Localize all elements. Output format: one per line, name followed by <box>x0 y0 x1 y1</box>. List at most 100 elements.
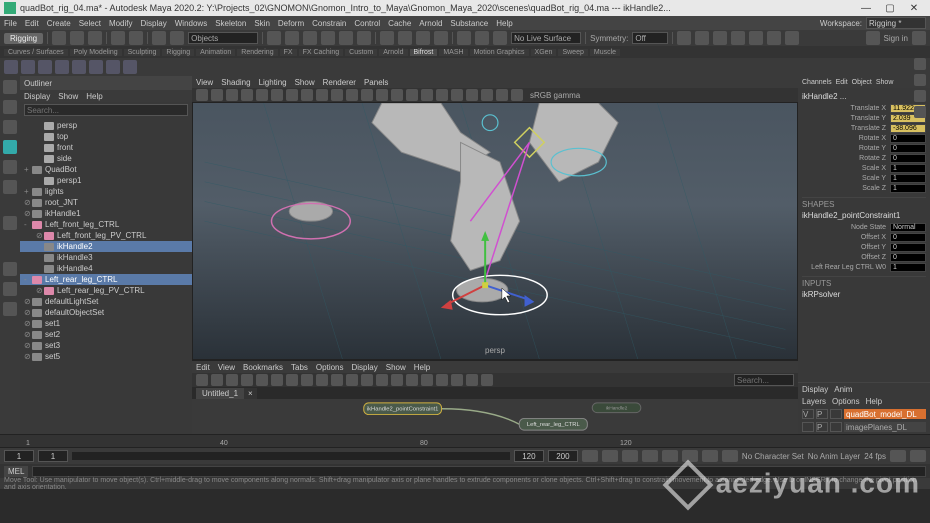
cb-shape-node[interactable]: ikHandle2_pointConstraint1 <box>802 211 926 220</box>
vp-isolate-icon[interactable] <box>496 89 508 101</box>
scale-tool-icon[interactable] <box>3 180 17 194</box>
channelbox-toggle-icon[interactable] <box>914 90 926 102</box>
autokey-icon[interactable] <box>890 450 906 462</box>
snap-live-icon[interactable] <box>339 31 353 45</box>
outliner-item[interactable]: +QuadBot <box>20 164 192 175</box>
step-forward-icon[interactable] <box>682 450 698 462</box>
ne-snapshot-icon[interactable] <box>481 374 493 386</box>
script-language-toggle[interactable]: MEL <box>4 466 28 477</box>
account-icon[interactable] <box>866 31 880 45</box>
layout-four-icon[interactable] <box>3 282 17 296</box>
menu-skeleton[interactable]: Skeleton <box>215 19 246 28</box>
outliner-menu-display[interactable]: Display <box>24 92 50 101</box>
ne-tab[interactable]: Untitled_1 <box>196 388 244 399</box>
ne-menu-show[interactable]: Show <box>386 363 406 372</box>
ne-menu-edit[interactable]: Edit <box>196 363 210 372</box>
shelf-item-icon[interactable] <box>21 60 35 74</box>
ne-frame-all-icon[interactable] <box>301 374 313 386</box>
ne-frame-sel-icon[interactable] <box>316 374 328 386</box>
outliner-item[interactable]: top <box>20 131 192 142</box>
select-mode-icon[interactable] <box>152 31 166 45</box>
outliner-item[interactable]: ⊘ikHandle1 <box>20 208 192 219</box>
vp-bookmark-icon[interactable] <box>226 89 238 101</box>
menu-help[interactable]: Help <box>496 19 512 28</box>
layer-tab-anim[interactable]: Anim <box>834 385 852 394</box>
channel-attr-row[interactable]: Scale Y1 <box>802 173 926 183</box>
channel-attr-row[interactable]: Offset Z0 <box>802 252 926 262</box>
menu-display[interactable]: Display <box>141 19 167 28</box>
ne-input-output-icon[interactable] <box>196 374 208 386</box>
shelf-tab-sweep[interactable]: Sweep <box>558 49 587 56</box>
layer-playback-toggle[interactable]: P <box>816 422 828 432</box>
shelf-tab-sculpt[interactable]: Sculpting <box>124 49 161 56</box>
vp-image-plane-icon[interactable] <box>241 89 253 101</box>
outliner-item[interactable]: ⊘set1 <box>20 318 192 329</box>
menu-skin[interactable]: Skin <box>254 19 270 28</box>
shelf-item-icon[interactable] <box>72 60 86 74</box>
vp-menu-lighting[interactable]: Lighting <box>259 78 287 87</box>
ne-custom-icon[interactable] <box>406 374 418 386</box>
prefs-icon[interactable] <box>910 450 926 462</box>
render-view-icon[interactable] <box>731 31 745 45</box>
shelf-tab-mash[interactable]: MASH <box>439 49 467 56</box>
ne-grid-icon[interactable] <box>421 374 433 386</box>
vp-wireframe-icon[interactable] <box>346 89 358 101</box>
display-layer-row[interactable]: P imagePlanes_DL <box>798 421 930 433</box>
menu-set-selector[interactable]: Rigging <box>4 33 43 44</box>
channel-attr-row[interactable]: Rotate Y0 <box>802 143 926 153</box>
selection-mask[interactable]: Objects <box>188 32 258 44</box>
layer-type-toggle[interactable] <box>830 409 842 419</box>
tool-settings-toggle-icon[interactable] <box>914 74 926 86</box>
menu-file[interactable]: File <box>4 19 17 28</box>
menu-edit[interactable]: Edit <box>25 19 39 28</box>
lasso-icon[interactable] <box>170 31 184 45</box>
layer-playback-toggle[interactable]: P <box>816 409 828 419</box>
shelf-tab-bifrost[interactable]: Bifrost <box>410 49 438 56</box>
channel-attr-row[interactable]: Scale X1 <box>802 163 926 173</box>
light-editor-icon[interactable] <box>749 31 763 45</box>
shelf-tab-curves[interactable]: Curves / Surfaces <box>4 49 68 56</box>
channel-attr-row[interactable]: Translate Z-38.096 <box>802 123 926 133</box>
range-end-field[interactable]: 120 <box>514 450 544 462</box>
history-icon[interactable] <box>380 31 394 45</box>
vp-grid-icon[interactable] <box>286 89 298 101</box>
shelf-item-icon[interactable] <box>55 60 69 74</box>
channel-attr-row[interactable]: Offset Y0 <box>802 242 926 252</box>
display-layer-row[interactable]: V P quadBot_model_DL <box>798 408 930 420</box>
paint-select-tool-icon[interactable] <box>3 120 17 134</box>
layer-name[interactable]: quadBot_model_DL <box>844 409 926 419</box>
shelf-tab-custom[interactable]: Custom <box>345 49 377 56</box>
vp-grease-icon[interactable] <box>271 89 283 101</box>
vp-lights-icon[interactable] <box>391 89 403 101</box>
ne-simple-icon[interactable] <box>361 374 373 386</box>
menu-substance[interactable]: Substance <box>450 19 488 28</box>
shelf-tab-rigging[interactable]: Rigging <box>162 49 194 56</box>
layer-menu-layers[interactable]: Layers <box>802 397 826 406</box>
outliner-menu-show[interactable]: Show <box>58 92 78 101</box>
ne-pin-icon[interactable] <box>331 374 343 386</box>
vp-2d-pan-icon[interactable] <box>256 89 268 101</box>
channel-attr-row[interactable]: Offset X0 <box>802 232 926 242</box>
outliner-item[interactable]: ikHandle4 <box>20 263 192 274</box>
new-scene-icon[interactable] <box>52 31 66 45</box>
play-backward-icon[interactable] <box>642 450 658 462</box>
layer-visibility-toggle[interactable]: V <box>802 409 814 419</box>
vp-xray-joints-icon[interactable] <box>481 89 493 101</box>
save-scene-icon[interactable] <box>88 31 102 45</box>
menu-select[interactable]: Select <box>79 19 101 28</box>
channel-attr-row[interactable]: Rotate X0 <box>802 133 926 143</box>
ne-connected-icon[interactable] <box>376 374 388 386</box>
layer-name[interactable]: imagePlanes_DL <box>844 422 926 432</box>
layer-menu-options[interactable]: Options <box>832 397 860 406</box>
cb-input-node[interactable]: ikRPsolver <box>802 290 926 299</box>
shelf-tab-arnold[interactable]: Arnold <box>379 49 407 56</box>
go-to-start-icon[interactable] <box>582 450 598 462</box>
ne-menu-view[interactable]: View <box>218 363 235 372</box>
ne-sync-icon[interactable] <box>346 374 358 386</box>
outliner-item[interactable]: persp <box>20 120 192 131</box>
cb-tab-edit[interactable]: Edit <box>836 79 848 86</box>
ne-menu-help[interactable]: Help <box>414 363 430 372</box>
ne-add-icon[interactable] <box>241 374 253 386</box>
shelf-item-icon[interactable] <box>4 60 18 74</box>
cb-node-name[interactable]: ikHandle2 ... <box>802 92 926 101</box>
